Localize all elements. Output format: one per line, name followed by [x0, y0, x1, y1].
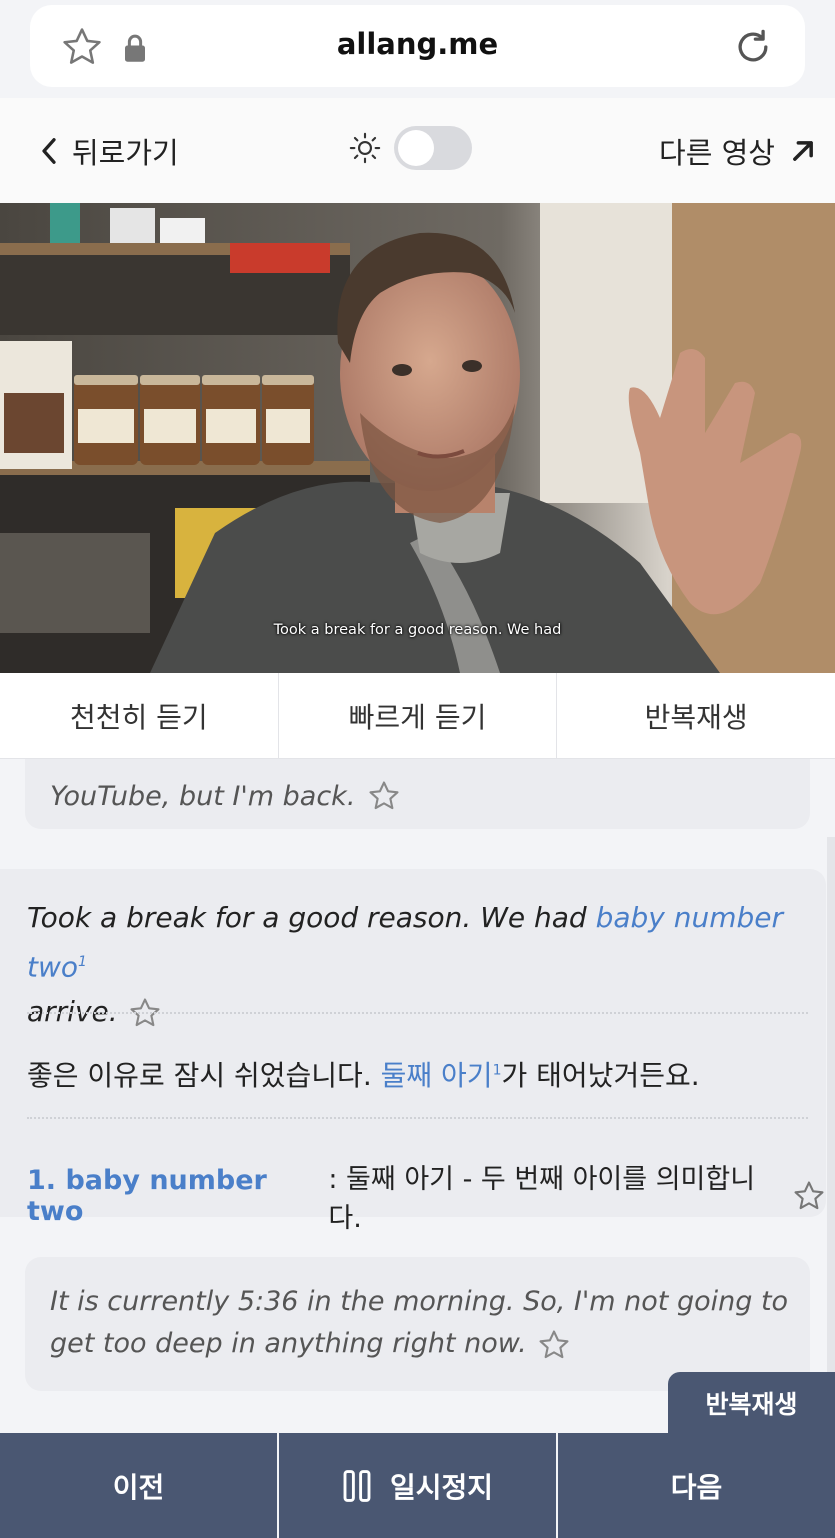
repeat-status-tag[interactable]: 반복재생	[668, 1372, 835, 1434]
page: allang.me 뒤로가기 다른 영상 Took a break for a …	[0, 0, 835, 1538]
sentence-english-text: Took a break for a good reason. We had	[27, 901, 596, 934]
arrow-up-right-icon	[793, 141, 813, 161]
playback-controls: 이전 일시정지 다음	[0, 1433, 835, 1538]
theme-switch[interactable]	[348, 126, 472, 170]
sentence-english-text: It is currently 5:36 in the morning. So,…	[50, 1286, 789, 1359]
tab-slow-listen[interactable]: 천천히 듣기	[0, 673, 279, 758]
pause-button[interactable]: 일시정지	[279, 1433, 558, 1538]
vocab-note: 1. baby number two: 둘째 아기 - 두 번째 아이를 의미합…	[27, 1157, 826, 1235]
divider	[27, 1117, 808, 1119]
video-caption: Took a break for a good reason. We had	[273, 622, 562, 638]
sentence-korean: 좋은 이유로 잠시 쉬었습니다. 둘째 아기1가 태어났거든요.	[27, 1054, 700, 1094]
sentence-english: YouTube, but I'm back.	[50, 779, 401, 813]
dark-mode-toggle[interactable]	[394, 126, 472, 170]
sentence-card-active[interactable]: Took a break for a good reason. We had b…	[0, 869, 826, 1234]
tab-repeat[interactable]: 반복재생	[557, 673, 835, 758]
scrollbar[interactable]	[827, 837, 835, 1433]
previous-button[interactable]: 이전	[0, 1433, 279, 1538]
sentence-english-text: YouTube, but I'm back.	[50, 780, 356, 812]
previous-label: 이전	[112, 1470, 165, 1504]
video-frame	[0, 203, 835, 673]
star-icon[interactable]	[367, 779, 401, 813]
footnote-marker: 1	[78, 954, 87, 970]
sentence-english: It is currently 5:36 in the morning. So,…	[50, 1281, 790, 1365]
sentence-korean-text: 좋은 이유로 잠시 쉬었습니다.	[27, 1059, 381, 1092]
sun-icon	[349, 132, 381, 164]
vocab-term[interactable]: 1. baby number two	[27, 1165, 320, 1227]
star-icon[interactable]	[537, 1328, 571, 1362]
sentence-card-next[interactable]: It is currently 5:36 in the morning. So,…	[25, 1257, 810, 1391]
sentence-korean-text-end: 가 태어났거든요.	[501, 1059, 700, 1092]
tab-fast-listen[interactable]: 빠르게 듣기	[279, 673, 558, 758]
pause-label: 일시정지	[389, 1470, 494, 1504]
other-video-link[interactable]: 다른 영상	[659, 130, 817, 172]
back-label: 뒤로가기	[72, 136, 179, 170]
sentence-card-previous[interactable]: YouTube, but I'm back.	[25, 759, 810, 829]
footnote-marker: 1	[492, 1062, 502, 1079]
other-video-label: 다른 영상	[659, 136, 775, 170]
vocab-highlight-korean[interactable]: 둘째 아기	[381, 1059, 493, 1092]
app-header: 뒤로가기 다른 영상	[0, 98, 835, 203]
playback-mode-tabs: 천천히 듣기 빠르게 듣기 반복재생	[0, 673, 835, 759]
browser-bar: allang.me	[0, 0, 835, 98]
next-button[interactable]: 다음	[558, 1433, 835, 1538]
toggle-knob	[398, 130, 434, 166]
reload-icon[interactable]	[731, 25, 775, 69]
vocab-definition: : 둘째 아기 - 두 번째 아이를 의미합니다.	[328, 1164, 756, 1234]
divider	[27, 1012, 808, 1014]
url-bar[interactable]: allang.me	[30, 5, 805, 87]
url-domain: allang.me	[336, 27, 499, 61]
star-icon[interactable]	[792, 1179, 826, 1213]
next-label: 다음	[670, 1470, 723, 1504]
pause-icon	[343, 1469, 371, 1502]
back-button[interactable]: 뒤로가기	[38, 130, 179, 172]
video-player[interactable]: Took a break for a good reason. We had	[0, 203, 835, 673]
transcript-list[interactable]: YouTube, but I'm back. Took a break for …	[0, 759, 835, 1433]
chevron-left-icon	[42, 138, 56, 164]
